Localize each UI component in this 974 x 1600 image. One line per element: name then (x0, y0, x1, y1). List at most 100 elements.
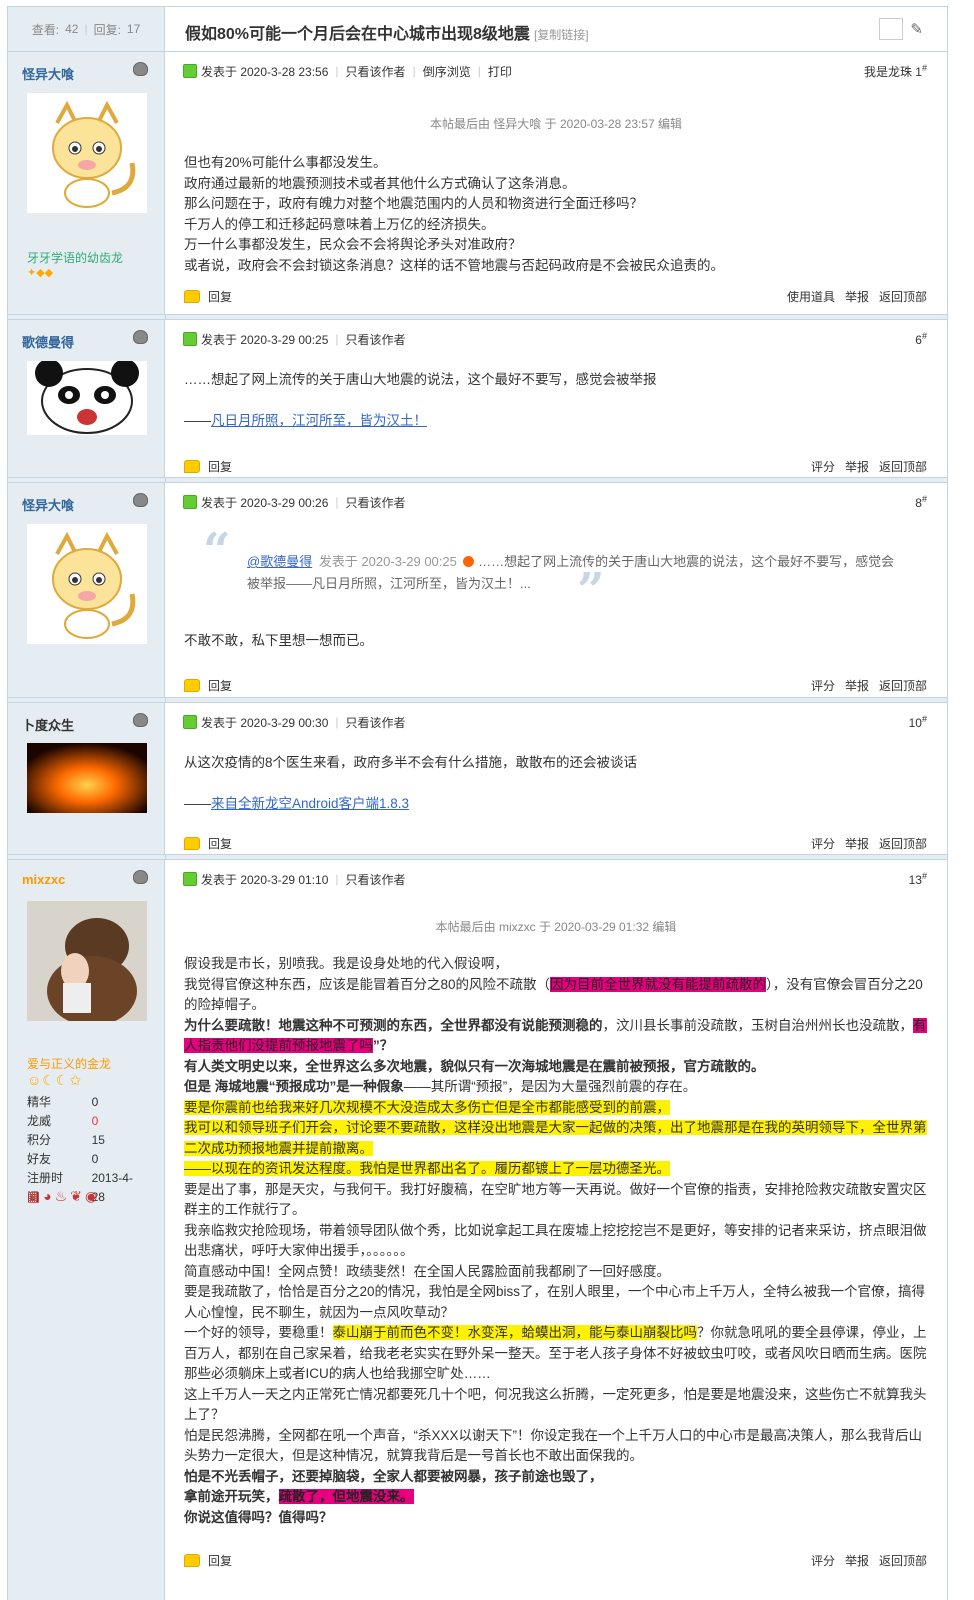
only-author-link[interactable]: 只看该作者 (346, 494, 406, 511)
text-line: 那么问题在于，政府有魄力对整个地震范围内的人员和物资进行全面迁移吗？ (184, 196, 643, 211)
thread-container: 查看: 42 | 回复: 17 假如80%可能一个月后会在中心城市出现8级地震 [… (7, 6, 948, 1600)
text-span: ，汶川县长事前没疏散，玉树自治州州长也没疏散， (602, 1017, 914, 1033)
views-count: 42 (65, 22, 79, 36)
stat-value: 2013-4-28 (91, 1171, 133, 1204)
jump-to-post-icon[interactable] (463, 556, 475, 567)
quote-time: 发表于 2020-3-29 00:25 (318, 554, 457, 569)
text-line: 要是我疏散了，恰恰是百分之20的情况，我怕是全网biss了，在别人眼里，一个中心… (184, 1284, 926, 1320)
text-line: 我觉得官僚这种东西，应该是能冒着百分之80的风险不疏散（因为目前全世界就没有能提… (184, 975, 929, 1016)
sig-prefix: —— (184, 796, 211, 811)
offline-status-icon (133, 330, 148, 344)
text-line: 要是出了事，那是天灾，与我何干。我打好腹稿，在空旷地方等一天再说。做好一个官僚的… (184, 1181, 927, 1218)
text-line: 或者说，政府会不会封锁这条消息？这样的话不管地震与否起码政府是不会被民众追责的。 (184, 257, 724, 273)
post-2: 歌德曼得 发表于 2020-3-29 00:25 | 只看该作者 6# ……想起了… (8, 320, 947, 477)
stat-label: 好友 (27, 1152, 52, 1166)
panda-avatar-image (27, 361, 147, 435)
post-content: ……想起了网上流传的关于唐山大地震的说法，这个最好不要写，感觉会被举报 (184, 370, 929, 391)
report-link[interactable]: 举报 (845, 288, 869, 305)
fire-avatar-image (27, 743, 147, 813)
back-to-top-link[interactable]: 返回顶部 (879, 1552, 927, 1569)
text-line: 我可以和领导班子们开会，讨论要不要疏散，这样没出地震是大家一起做的决策，出了地震… (184, 1118, 929, 1159)
reply-button[interactable]: 回复 (208, 458, 232, 475)
offline-status-icon (133, 870, 148, 884)
checkbox-icon[interactable] (879, 18, 903, 40)
highlight-yellow: 要是你震前也给我来好几次规模不大没造成太多伤亡但是全市都能感受到的前震， (184, 1099, 670, 1115)
back-to-top-link[interactable]: 返回顶部 (879, 458, 927, 475)
bold-text: 但是 海城地震“预报成功”是一种假象 (184, 1079, 404, 1094)
post-content: 但也有20%可能什么事都没发生。 政府通过最新的地震预测技术或者其他什么方式确认… (184, 153, 929, 276)
avatar[interactable] (27, 93, 147, 213)
report-link[interactable]: 举报 (845, 1552, 869, 1569)
open-quote-icon: “ (203, 523, 231, 579)
avatar[interactable] (27, 524, 147, 644)
stat-label: 龙威 (27, 1114, 52, 1128)
only-author-link[interactable]: 只看该作者 (346, 871, 406, 888)
post-body: 发表于 2020-3-29 01:10 | 只看该作者 13# 本帖最后由 mix… (165, 860, 947, 1600)
text-line: 万一什么事都没发生，民众会不会将舆论矛头对准政府？ (184, 237, 522, 252)
reply-button[interactable]: 回复 (208, 835, 232, 852)
post-body: 发表于 2020-3-28 23:56 | 只看该作者 | 倒序浏览 | 打印 我是龙… (165, 52, 947, 314)
floor-num: 10 (908, 716, 922, 730)
text-line: 拿前途开玩笑，疏散了，但地震没来。 (184, 1487, 929, 1508)
author-name[interactable]: mixzxc (22, 872, 65, 887)
text-line: 一个好的领导，要稳重！泰山崩于前而色不变！水变浑，蛤蟆出洞，能与泰山崩裂比吗？你… (184, 1323, 929, 1385)
back-to-top-link[interactable]: 返回顶部 (879, 677, 927, 694)
post-3: 怪异大喰 发表于 2020-3-29 00:26 | 只看该作者 8# “ @歌德… (8, 483, 947, 697)
author-panel: 卜度众生 (8, 703, 165, 854)
use-item-link[interactable]: 使用道具 (787, 288, 835, 305)
floor-name: 我是龙珠 (863, 64, 912, 79)
wrench-icon[interactable]: ✎ (910, 20, 923, 38)
only-author-link[interactable]: 只看该作者 (346, 714, 406, 731)
post-time: 发表于 2020-3-29 00:26 (201, 495, 329, 510)
reverse-order-link[interactable]: 倒序浏览 (423, 63, 471, 80)
offline-status-icon (133, 713, 148, 727)
reply-button[interactable]: 回复 (208, 288, 232, 305)
highlight-yellow: 我可以和领导班子们开会，讨论要不要疏散，这样没出地震是大家一起做的决策，出了地震… (184, 1120, 927, 1156)
post-time: 发表于 2020-3-29 00:25 (201, 332, 329, 347)
rate-link[interactable]: 评分 (811, 458, 835, 475)
floor-number: 6# (915, 331, 927, 347)
stat-value: 0 (91, 1152, 99, 1166)
author-name[interactable]: 卜度众生 (22, 715, 74, 734)
floor-num: 8 (915, 496, 922, 510)
post-body: 发表于 2020-3-29 00:30 | 只看该作者 10# 从这次疫情的8个医… (165, 703, 947, 854)
avatar[interactable] (27, 901, 147, 1021)
offline-status-icon (133, 493, 148, 507)
report-link[interactable]: 举报 (845, 458, 869, 475)
rate-link[interactable]: 评分 (811, 835, 835, 852)
quote-user-link[interactable]: @歌德曼得 (247, 554, 312, 569)
print-link[interactable]: 打印 (488, 63, 512, 80)
only-author-link[interactable]: 只看该作者 (346, 331, 406, 348)
bold-text: 拿前途开玩笑， (184, 1489, 279, 1504)
report-link[interactable]: 举报 (845, 677, 869, 694)
avatar[interactable] (27, 361, 147, 435)
text-span: 我觉得官僚这种东西，应该是能冒着百分之80的风险不疏散（ (184, 976, 551, 992)
back-to-top-link[interactable]: 返回顶部 (879, 288, 927, 305)
report-link[interactable]: 举报 (845, 835, 869, 852)
avatar[interactable] (27, 743, 147, 813)
post-5: mixzxc 爱与正义的金龙 ☺☾☾✩ 精华 0 龙威 0 积分 15 好友 0 注册时… (8, 860, 947, 1600)
bold-text: 为什么要疏散！地震这种不可预测的东西，全世界都没有说能预测稳的 (184, 1017, 603, 1033)
stat-label: 精华 (27, 1095, 52, 1109)
author-name[interactable]: 歌德曼得 (22, 332, 74, 351)
text-line: 假设我是市长，别喷我。我是设身处地的代入假设啊， (184, 956, 508, 971)
bold-text: ”？ (373, 1038, 394, 1053)
reply-button[interactable]: 回复 (208, 1552, 232, 1569)
back-to-top-link[interactable]: 返回顶部 (879, 835, 927, 852)
rate-link[interactable]: 评分 (811, 677, 835, 694)
author-panel: 歌德曼得 (8, 320, 165, 477)
reply-button[interactable]: 回复 (208, 677, 232, 694)
online-icon (183, 495, 197, 509)
medal-icons: ☺☾☾✩ (27, 1072, 83, 1088)
signature-link[interactable]: 来自全新龙空Android客户端1.8.3 (211, 796, 409, 811)
rate-link[interactable]: 评分 (811, 1552, 835, 1569)
thread-title: 假如80%可能一个月后会在中心城市出现8级地震 [复制链接] (185, 20, 589, 44)
text-line: 但是 海城地震“预报成功”是一种假象——其所谓“预报”，是因为大量强烈前震的存在… (184, 1077, 929, 1098)
signature-link[interactable]: 凡日月所照，江河所至，皆为汉土！ (211, 413, 427, 428)
copy-link[interactable]: [复制链接] (534, 28, 589, 42)
floor-number: 10# (908, 714, 927, 730)
only-author-link[interactable]: 只看该作者 (346, 63, 406, 80)
text-line: ——以现在的资讯发达程度。我怕是世界都出名了。履历都镀上了一层功德圣光。 (184, 1159, 929, 1180)
author-name[interactable]: 怪异大喰 (22, 495, 74, 514)
author-name[interactable]: 怪异大喰 (22, 64, 74, 83)
